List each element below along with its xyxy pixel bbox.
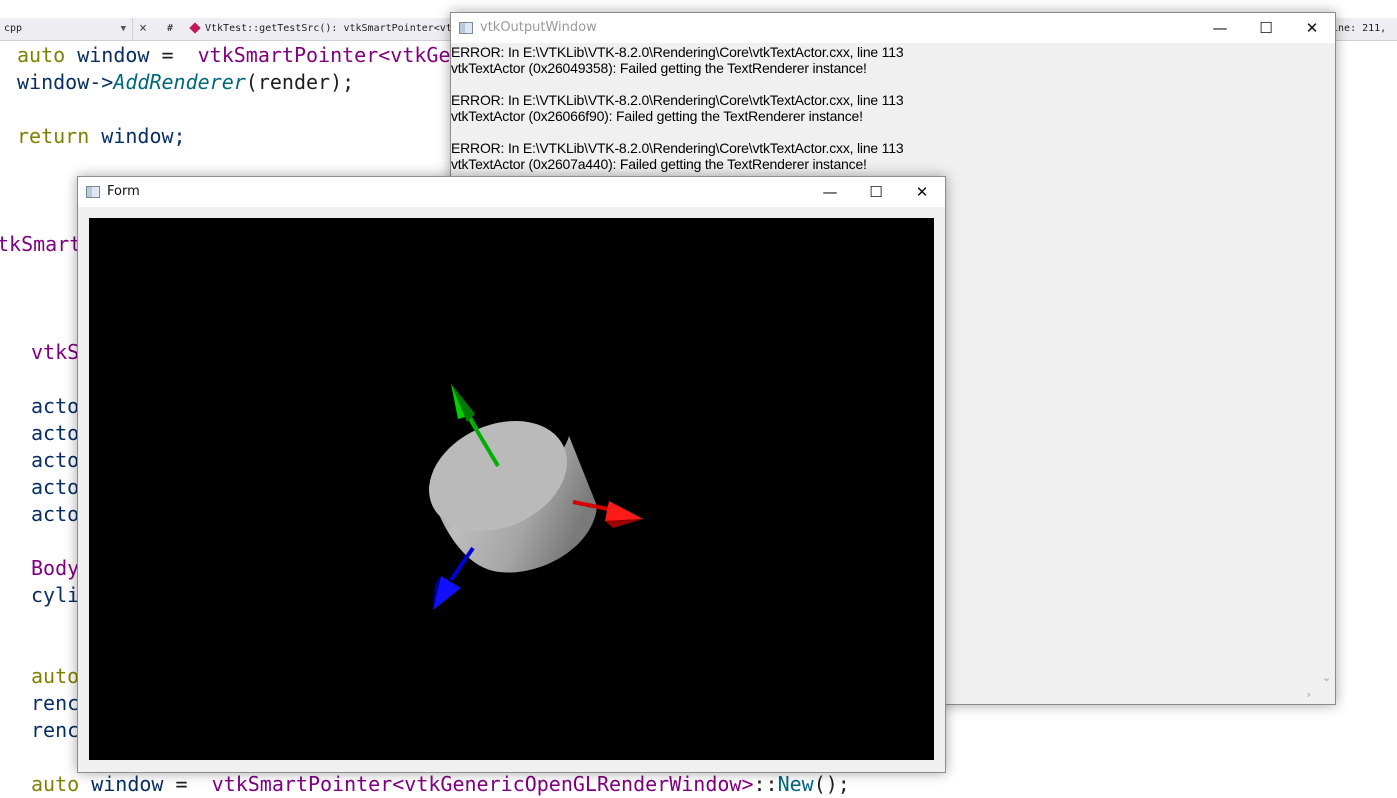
symbol-separator: # [166,23,174,34]
minimize-button[interactable]: — [1197,13,1243,43]
code-type: vtkSmartPointer<vtkGenericOpenGLRenderWi… [211,772,754,796]
window-app-icon [459,22,473,34]
code-fragment: auto [31,664,80,688]
chevron-down-icon[interactable]: ▼ [121,18,126,40]
z-axis-arrow [433,546,475,610]
code-variable: window [79,772,164,796]
code-fragment: vtkS [31,340,80,364]
log-line: vtkTextActor (0x26049358): Failed gettin… [451,60,867,76]
form-window-title: Form [107,184,140,199]
code-line: return window; [17,123,186,150]
close-button[interactable]: ✕ [1289,13,1335,43]
log-line: vtkTextActor (0x26066f90): Failed gettin… [451,108,863,124]
code-operator: :: [753,772,778,796]
code-operator: = [163,772,212,796]
code-keyword: auto [31,772,80,796]
code-variable: window-> [17,70,114,94]
method-icon [189,22,201,34]
window-app-icon [86,186,100,198]
code-function: New [777,772,814,796]
output-window-titlebar[interactable]: vtkOutputWindow — ☐ ✕ [451,13,1335,43]
code-keyword: auto [17,43,66,67]
close-button[interactable]: ✕ [899,177,945,207]
code-fragment: Body [31,556,80,580]
vertical-scrollbar[interactable]: ⌄ [1318,44,1335,686]
log-line: vtkTextActor (0x2607a440): Failed gettin… [451,156,867,172]
cursor-position: Line: 211, [1326,18,1397,40]
cylinder [429,420,597,573]
code-line: auto window = vtkSmartPointer<vtkGeneric… [31,771,850,798]
maximize-button[interactable]: ☐ [1243,13,1289,43]
symbol-selector[interactable]: VtkTest::getTestSrc(): vtkSmartPointer<v… [205,18,465,40]
code-function: AddRenderer [113,70,246,94]
code-fragment: renc [31,718,80,742]
maximize-button[interactable]: ☐ [853,177,899,207]
code-fragment: acto [31,448,80,472]
vtk-scene [429,384,643,610]
close-file-icon[interactable]: × [136,18,150,40]
code-operator: = [149,43,198,67]
output-window-title: vtkOutputWindow [480,20,597,35]
scroll-right-icon[interactable]: › [1307,688,1311,701]
scroll-down-icon[interactable]: ⌄ [1322,671,1331,684]
code-line: window->AddRenderer(render); [17,69,354,96]
code-fragment: acto [31,502,80,526]
file-selector-label: cpp [4,23,23,34]
code-fragment: acto [31,421,80,445]
log-line: ERROR: In E:\VTKLib\VTK-8.2.0\Rendering\… [451,140,904,156]
code-text: (); [813,772,850,796]
log-line: ERROR: In E:\VTKLib\VTK-8.2.0\Rendering\… [451,92,904,108]
code-fragment: tkSmart [0,232,82,256]
code-fragment: acto [31,475,80,499]
code-text: (render); [245,70,355,94]
code-variable: window [77,43,150,67]
code-fragment: cyli [31,583,80,607]
code-keyword: return [17,124,90,148]
code-variable: window; [89,124,186,148]
form-window-titlebar[interactable]: Form — ☐ ✕ [78,177,945,207]
code-fragment: acto [31,394,80,418]
file-selector[interactable]: cpp ▼ [0,18,133,40]
code-fragment: renc [31,691,80,715]
log-line: ERROR: In E:\VTKLib\VTK-8.2.0\Rendering\… [451,44,904,60]
minimize-button[interactable]: — [807,177,853,207]
vtk-render-viewport[interactable] [89,218,934,760]
form-window[interactable]: Form — ☐ ✕ [77,176,946,773]
